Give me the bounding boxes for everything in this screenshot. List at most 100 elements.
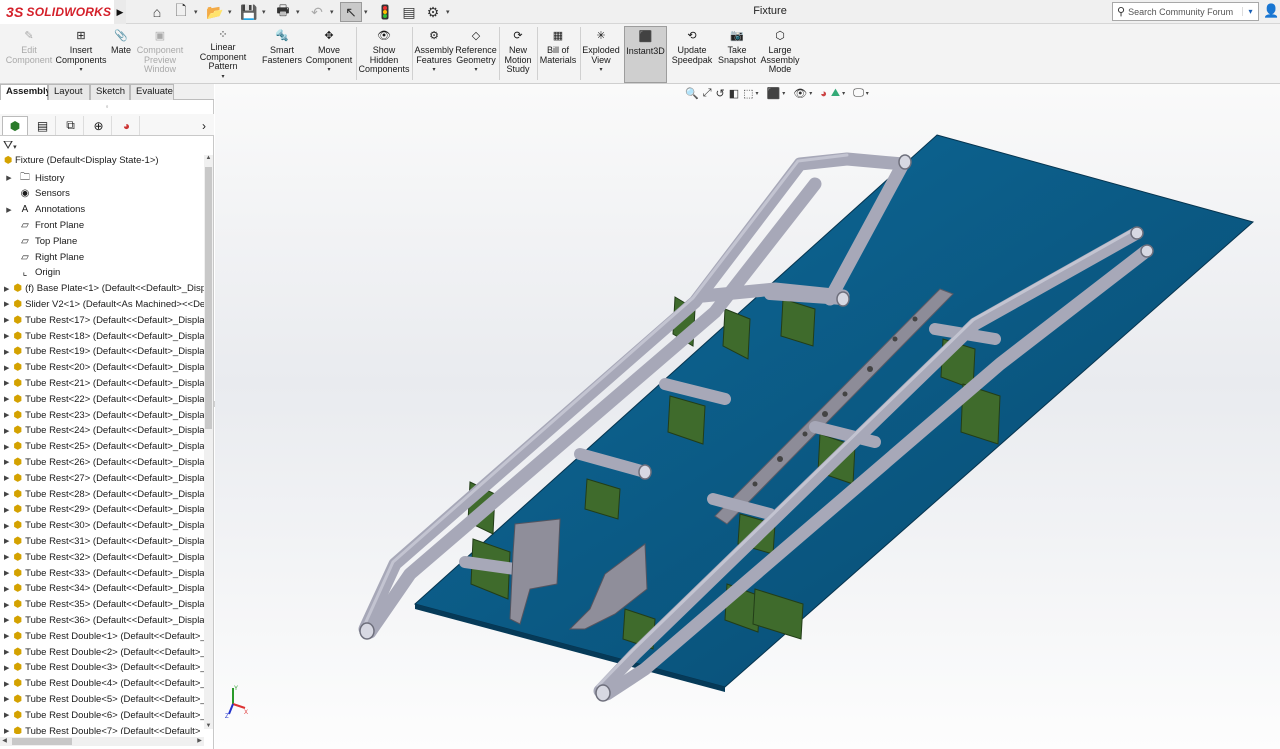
expand-arrow-icon[interactable]: ▶ — [4, 680, 9, 688]
select-cursor-icon[interactable]: ↖ — [340, 2, 362, 22]
edit-component-button[interactable]: ✎ Edit Component — [2, 26, 56, 82]
move-component-dropdown-icon[interactable]: ▾ — [327, 66, 330, 76]
expand-arrow-icon[interactable]: ▶ — [4, 300, 9, 308]
tree-item[interactable]: ▶ ⬢ Tube Rest<18> (Default<<Default>_Displ… — [0, 328, 205, 344]
file-properties-icon[interactable]: ▤ — [398, 2, 420, 22]
user-account-icon[interactable]: 👤 — [1263, 3, 1279, 19]
options-dropdown-icon[interactable]: ▾ — [446, 8, 454, 16]
large-assembly-mode-button[interactable]: ⬡ Large Assembly Mode — [760, 26, 800, 82]
expand-arrow-icon[interactable]: ▶ — [4, 664, 9, 672]
fixture-3d-model[interactable] — [215, 84, 1280, 749]
assembly-features-button[interactable]: ⚙ Assembly Features ▾ — [414, 26, 454, 82]
filter-icon[interactable]: ⛛▾ — [3, 138, 17, 153]
tree-item[interactable]: ▶ ⬢ Tube Rest Double<2> (Default<<Default>… — [0, 644, 205, 660]
panel-tabs-more-icon[interactable]: › — [196, 116, 212, 135]
tab-evaluate[interactable]: Evaluate — [130, 84, 174, 100]
search-dropdown-icon[interactable]: ▾ — [1242, 7, 1258, 16]
tree-item[interactable]: ▶ ⬢ Tube Rest Double<1> (Default<<Default>… — [0, 628, 205, 644]
open-folder-icon[interactable]: 📂 — [204, 2, 226, 22]
dimxpert-tab-icon[interactable]: ⊕ — [86, 116, 112, 135]
panel-grip-handle[interactable]: ◦ — [0, 102, 214, 112]
undo-dropdown-icon[interactable]: ▾ — [330, 8, 338, 16]
tree-item[interactable]: ▶ ⬢ Tube Rest<31> (Default<<Default>_Displ… — [0, 533, 205, 549]
reference-geometry-dropdown-icon[interactable]: ▾ — [474, 66, 477, 76]
expand-arrow-icon[interactable]: ▶ — [4, 379, 9, 387]
expand-arrow-icon[interactable]: ▶ — [4, 206, 14, 214]
expand-arrow-icon[interactable]: ▶ — [4, 316, 9, 324]
tree-item[interactable]: ▶ ⬢ Tube Rest<26> (Default<<Default>_Displ… — [0, 454, 205, 470]
expand-arrow-icon[interactable]: ▶ — [4, 537, 9, 545]
tree-item[interactable]: ◉ Sensors — [0, 186, 205, 202]
component-preview-window-button[interactable]: ▣ Component Preview Window — [136, 26, 184, 82]
update-speedpak-button[interactable]: ⟲ Update Speedpak — [670, 26, 714, 82]
menu-expand-arrow-icon[interactable]: ▶ — [114, 0, 126, 24]
graphics-viewport[interactable]: 🔍 ⤢ ↺ ◧ ⬚ ▾ ⬛ ▾ 👁 ▾ ◕ ⛰ ▾ 🖵 ▾ Y X Z — [215, 84, 1280, 749]
tree-item[interactable]: ▱ Right Plane — [0, 249, 205, 265]
tree-vertical-scrollbar[interactable]: ▲ ▼ — [204, 155, 213, 729]
rebuild-traffic-light-icon[interactable] — [374, 2, 396, 22]
scroll-up-icon[interactable]: ▲ — [204, 155, 213, 161]
tab-sketch[interactable]: Sketch — [90, 84, 130, 100]
tree-item[interactable]: ⌞ Origin — [0, 265, 205, 281]
tab-assembly[interactable]: Assembly — [0, 84, 51, 100]
tree-item[interactable]: ▶ ⬢ Slider V2<1> (Default<As Machined><<De… — [0, 296, 205, 312]
tree-item[interactable]: ▶ ⬢ Tube Rest<34> (Default<<Default>_Displ… — [0, 581, 205, 597]
undo-icon[interactable]: ↶ — [306, 2, 328, 22]
configurationmanager-tab-icon[interactable]: ⧉ — [58, 116, 84, 135]
linear-pattern-dropdown-icon[interactable]: ▾ — [221, 73, 224, 83]
expand-arrow-icon[interactable]: ▶ — [4, 364, 9, 372]
tree-item[interactable]: ▶ ⬢ Tube Rest<32> (Default<<Default>_Displ… — [0, 549, 205, 565]
show-hidden-components-button[interactable]: 👁 Show Hidden Components — [358, 26, 410, 82]
display-manager-tab-icon[interactable]: ◕ — [114, 116, 140, 135]
expand-arrow-icon[interactable]: ▶ — [4, 553, 9, 561]
new-motion-study-button[interactable]: ⟳ New Motion Study — [500, 26, 536, 82]
tree-item[interactable]: ▶ ⬢ Tube Rest Double<6> (Default<<Default>… — [0, 707, 205, 723]
options-gear-icon[interactable]: ⚙ — [422, 2, 444, 22]
expand-arrow-icon[interactable]: ▶ — [4, 474, 9, 482]
insert-components-button[interactable]: ⊞ Insert Components ▾ — [55, 26, 106, 82]
open-dropdown-icon[interactable]: ▾ — [228, 8, 236, 16]
expand-arrow-icon[interactable]: ▶ — [4, 427, 9, 435]
scroll-thumb[interactable] — [205, 167, 212, 429]
expand-arrow-icon[interactable]: ▶ — [4, 616, 9, 624]
expand-arrow-icon[interactable]: ▶ — [4, 395, 9, 403]
expand-arrow-icon[interactable]: ▶ — [4, 711, 9, 719]
tree-item[interactable]: ▶ ⬢ Tube Rest<27> (Default<<Default>_Displ… — [0, 470, 205, 486]
featuremanager-tab-icon[interactable]: ⬢ — [2, 116, 28, 135]
tree-item[interactable]: ▶ A Annotations — [0, 202, 205, 218]
tree-item[interactable]: ▶ ⬢ Tube Rest<30> (Default<<Default>_Displ… — [0, 518, 205, 534]
tree-item[interactable]: ▶ ⬢ Tube Rest<21> (Default<<Default>_Displ… — [0, 375, 205, 391]
tree-item[interactable]: ▶ ⬢ Tube Rest Double<5> (Default<<Default>… — [0, 691, 205, 707]
propertymanager-tab-icon[interactable]: ▤ — [30, 116, 56, 135]
mate-button[interactable]: 📎 Mate — [106, 26, 136, 82]
reference-geometry-button[interactable]: ◇ Reference Geometry ▾ — [455, 26, 497, 82]
tree-item[interactable]: ▶ ⬢ Tube Rest<20> (Default<<Default>_Displ… — [0, 360, 205, 376]
tree-item[interactable]: ▱ Front Plane — [0, 217, 205, 233]
insert-components-dropdown-icon[interactable]: ▾ — [79, 66, 82, 76]
assembly-features-dropdown-icon[interactable]: ▾ — [432, 66, 435, 76]
tree-item[interactable]: ▶ ⬢ Tube Rest<24> (Default<<Default>_Displ… — [0, 423, 205, 439]
home-icon[interactable]: ⌂ — [146, 2, 168, 22]
save-icon[interactable]: 💾 — [238, 2, 260, 22]
expand-arrow-icon[interactable]: ▶ — [4, 348, 9, 356]
expand-arrow-icon[interactable]: ▶ — [4, 601, 9, 609]
expand-arrow-icon[interactable]: ▶ — [4, 332, 9, 340]
expand-arrow-icon[interactable]: ▶ — [4, 632, 9, 640]
move-component-button[interactable]: ✥ Move Component ▾ — [304, 26, 354, 82]
expand-arrow-icon[interactable]: ▶ — [4, 174, 14, 182]
tree-item[interactable]: ▶ ⬢ Tube Rest<36> (Default<<Default>_Displ… — [0, 612, 205, 628]
tree-item[interactable]: ▶ ⬢ Tube Rest Double<3> (Default<<Default>… — [0, 660, 205, 676]
tree-item[interactable]: ▶ ⬢ Tube Rest Double<4> (Default<<Default>… — [0, 676, 205, 692]
expand-arrow-icon[interactable]: ▶ — [4, 458, 9, 466]
new-document-icon[interactable]: 🗋 — [170, 2, 192, 22]
expand-arrow-icon[interactable]: ▶ — [4, 585, 9, 593]
scroll-right-icon[interactable]: ▶ — [195, 737, 204, 744]
print-icon[interactable]: 🖶 — [272, 2, 294, 22]
solidworks-logo[interactable]: 3S SOLIDWORKS — [0, 0, 114, 24]
search-input[interactable]: ⚲ Search Community Forum ▾ — [1112, 2, 1259, 21]
tree-item[interactable]: ▶ 🗀 History — [0, 170, 205, 186]
tree-item[interactable]: ▶ ⬢ Tube Rest<23> (Default<<Default>_Displ… — [0, 407, 205, 423]
tree-item[interactable]: ▶ ⬢ Tube Rest<22> (Default<<Default>_Displ… — [0, 391, 205, 407]
expand-arrow-icon[interactable]: ▶ — [4, 411, 9, 419]
tree-item[interactable]: ▶ ⬢ Tube Rest<17> (Default<<Default>_Displ… — [0, 312, 205, 328]
